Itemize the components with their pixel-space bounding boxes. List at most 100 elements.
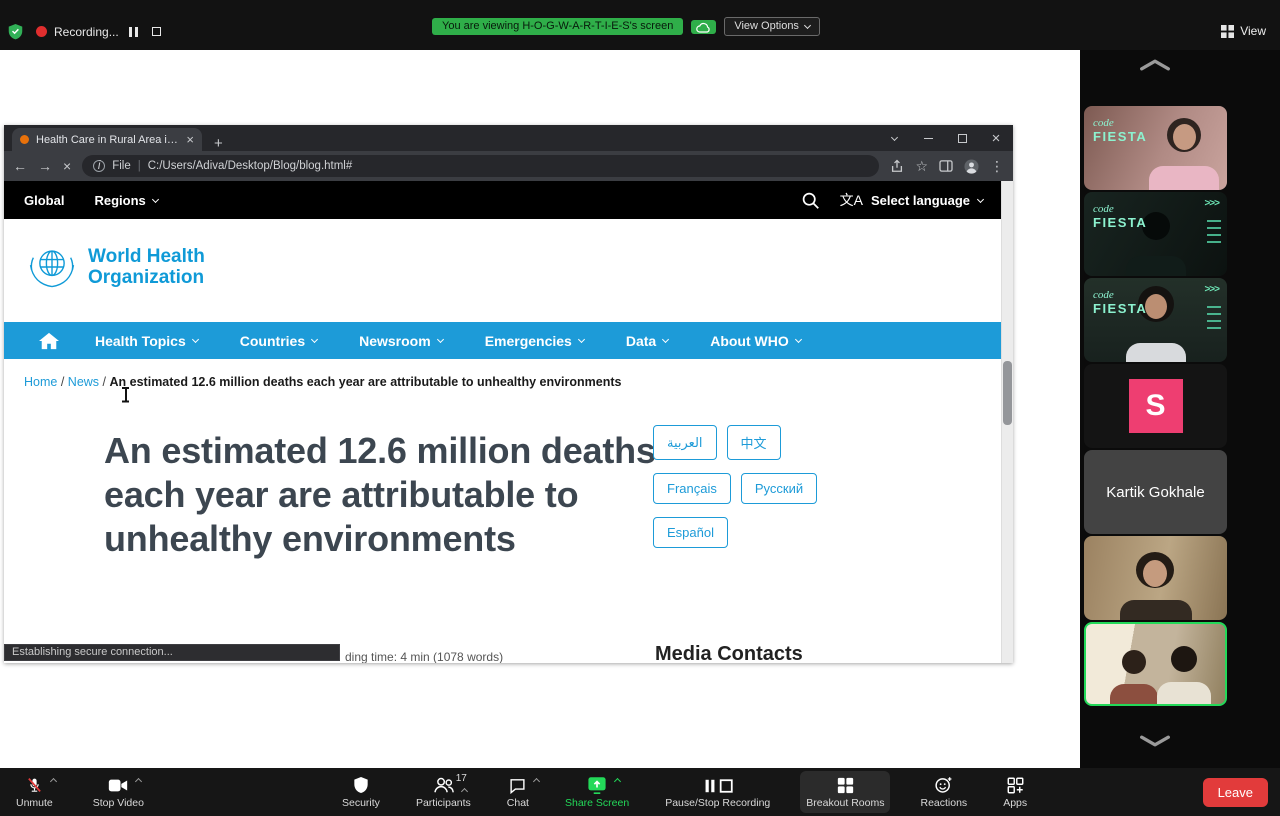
url-text: C:/Users/Adiva/Desktop/Blog/blog.html# [148,160,353,172]
forward-button[interactable]: → [38,158,52,174]
stop-loading-button[interactable]: × [63,158,71,174]
chat-options-chevron[interactable] [533,778,540,785]
nav-item-emergencies[interactable]: Emergencies [464,322,605,359]
nav-item-newsroom[interactable]: Newsroom [338,322,464,359]
apps-button[interactable]: Apps [997,771,1033,813]
chevron-down-icon [977,195,984,202]
who-global-link[interactable]: Global [24,193,64,208]
participant-name: Kartik Gokhale [1084,450,1227,534]
language-button-chinese[interactable]: 中文 [727,425,781,460]
tab-title: Health Care in Rural Area in India [36,134,179,146]
audio-options-chevron[interactable] [50,778,57,785]
breadcrumb-home-link[interactable]: Home [24,375,57,389]
code-fiesta-overlay: code FIESTA [1093,290,1147,315]
url-scheme: File [112,160,131,172]
stop-video-button[interactable]: Stop Video [87,771,150,813]
browser-menu-icon[interactable]: ⋮ [990,158,1004,175]
nav-item-data[interactable]: Data [605,322,689,359]
participant-tile[interactable] [1084,536,1227,620]
participant-video [1122,650,1146,674]
participants-button[interactable]: 17 Participants [410,771,477,813]
security-button[interactable]: Security [336,771,386,813]
apps-icon [1007,777,1024,794]
participant-body [1126,343,1186,362]
participant-face [1145,294,1167,319]
who-main-nav: Health Topics Countries Newsroom Emergen… [4,322,1013,359]
tab-close-icon[interactable]: × [186,133,194,146]
who-logo[interactable]: World Health Organization [24,239,205,295]
share-screen-icon [587,776,607,794]
reactions-button[interactable]: Reactions [914,771,973,813]
language-button-arabic[interactable]: العربية [653,425,717,460]
nav-item-health-topics[interactable]: Health Topics [74,322,219,359]
breadcrumb-news-link[interactable]: News [68,375,99,389]
address-bar[interactable]: i File | C:/Users/Adiva/Desktop/Blog/blo… [82,155,879,177]
cloud-recording-icon [691,20,716,34]
chat-bubble-icon [509,777,526,794]
chevron-down-icon [192,336,199,343]
unmute-button[interactable]: Unmute [10,771,59,813]
view-options-button[interactable]: View Options [724,17,820,36]
reading-time-text: ding time: 4 min (1078 words) [345,650,503,663]
language-button-russian[interactable]: Русский [741,473,817,504]
chevron-down-icon [662,336,669,343]
translate-icon: 文A [840,190,863,210]
search-icon[interactable] [801,191,820,210]
share-screen-button[interactable]: Share Screen [559,771,635,813]
scroll-participants-down-button[interactable] [1135,734,1175,750]
window-close-button[interactable]: × [979,130,1013,147]
share-options-chevron[interactable] [614,778,621,785]
leave-meeting-button[interactable]: Leave [1203,778,1268,807]
pause-recording-button[interactable] [126,25,142,39]
web-page-content: Global Regions 文A Select language [4,181,1013,663]
page-scrollbar[interactable] [1001,181,1013,663]
zoom-top-bar: Recording... You are viewing H-O-G-W-A-R… [0,0,1280,50]
language-button-spanish[interactable]: Español [653,517,728,548]
participant-tile[interactable]: code FIESTA >>> [1084,278,1227,362]
participant-tile[interactable]: code FIESTA >>> [1084,192,1227,276]
chevron-down-icon [804,21,811,28]
scrollbar-thumb[interactable] [1003,361,1012,425]
breadcrumb: Home / News / An estimated 12.6 million … [24,375,621,389]
smiley-reactions-icon [934,776,953,794]
browser-tab[interactable]: Health Care in Rural Area in India × [12,128,202,151]
language-selector[interactable]: 文A Select language [840,190,983,210]
meeting-security-shield-icon[interactable] [8,23,23,40]
window-menu-button[interactable] [877,137,911,140]
browser-status-text: Establishing secure connection... [4,644,340,661]
share-page-button[interactable] [890,159,904,173]
sidebar-toggle-button[interactable] [939,160,953,172]
breakout-rooms-button[interactable]: Breakout Rooms [800,771,890,813]
nav-home-button[interactable] [24,331,74,351]
who-regions-menu[interactable]: Regions [94,193,157,208]
new-tab-button[interactable]: + [214,136,223,151]
participants-options-chevron[interactable] [461,788,468,795]
back-button[interactable]: ← [13,158,27,174]
code-fiesta-overlay: code FIESTA [1093,118,1147,143]
active-speaker-tile[interactable] [1084,622,1227,706]
browser-toolbar: ← → × i File | C:/Users/Adiva/Desktop/Bl… [4,151,1013,181]
site-info-icon[interactable]: i [93,160,105,172]
video-options-chevron[interactable] [135,778,142,785]
grid-view-icon [1221,25,1234,38]
bookmark-star-icon[interactable]: ☆ [915,158,928,175]
pause-stop-recording-button[interactable]: Pause/Stop Recording [659,771,776,813]
chat-button[interactable]: Chat [501,771,535,813]
text-cursor-pointer [121,387,130,402]
browser-window: Health Care in Rural Area in India × + ×… [4,125,1013,663]
nav-item-countries[interactable]: Countries [219,322,338,359]
media-contacts-heading: Media Contacts [655,643,803,663]
profile-avatar-icon[interactable] [964,159,979,174]
stop-recording-button[interactable] [149,25,165,39]
nav-item-about-who[interactable]: About WHO [689,322,822,359]
participant-tile[interactable]: code FIESTA [1084,106,1227,190]
scroll-participants-up-button[interactable] [1135,58,1175,74]
home-icon [38,331,60,351]
chevron-down-icon [152,195,159,202]
participant-tile[interactable]: S [1084,364,1227,448]
participant-tile[interactable]: Kartik Gokhale [1084,450,1227,534]
window-minimize-button[interactable] [911,138,945,139]
window-maximize-button[interactable] [945,134,979,143]
view-button[interactable]: View [1221,24,1266,38]
language-button-french[interactable]: Français [653,473,731,504]
